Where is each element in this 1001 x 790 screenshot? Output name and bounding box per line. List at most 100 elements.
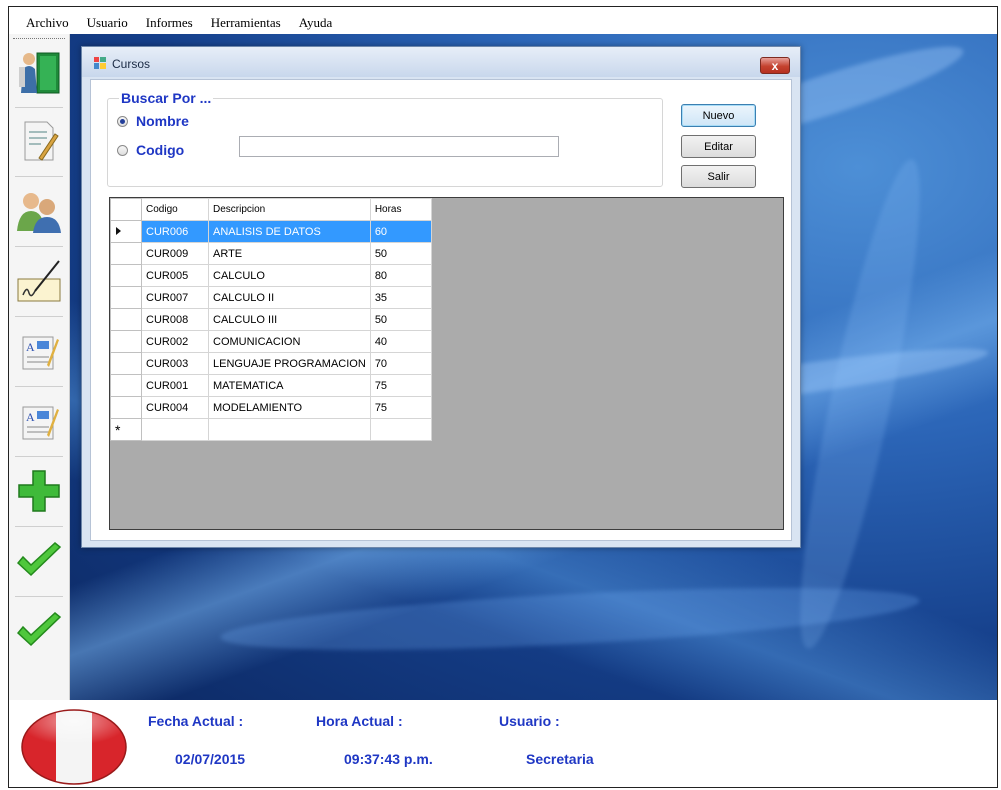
current-row-arrow-icon: [116, 226, 121, 235]
window-icon: [94, 57, 106, 69]
svg-text:A: A: [26, 340, 35, 354]
cell-horas[interactable]: 50: [369, 308, 432, 331]
salir-button[interactable]: Salir: [681, 165, 756, 188]
nuevo-button[interactable]: Nuevo: [681, 104, 756, 127]
new-row-star-icon: *: [115, 421, 121, 438]
book-door-button[interactable]: [13, 44, 65, 102]
check-button-1[interactable]: [13, 532, 65, 590]
menu-ayuda[interactable]: Ayuda: [290, 15, 341, 31]
menu-archivo[interactable]: Archivo: [8, 15, 78, 31]
radio-nombre[interactable]: Nombre: [117, 113, 189, 129]
row-header[interactable]: [110, 286, 142, 309]
row-header[interactable]: [110, 220, 142, 243]
row-header[interactable]: [110, 242, 142, 265]
cell-codigo[interactable]: CUR008: [141, 308, 209, 331]
row-header[interactable]: [110, 308, 142, 331]
cursos-dialog: Cursos x Buscar Por ... Nombre Codigo Nu…: [81, 46, 801, 548]
users-button[interactable]: [13, 182, 65, 240]
cell-horas[interactable]: 75: [369, 396, 432, 419]
radio-codigo[interactable]: Codigo: [117, 142, 184, 158]
cell-horas[interactable]: 80: [369, 264, 432, 287]
table-row[interactable]: CUR004 MODELAMIENTO 75: [110, 396, 432, 419]
menu-herramientas[interactable]: Herramientas: [202, 15, 290, 31]
close-button[interactable]: x: [760, 57, 790, 74]
cell-horas[interactable]: 70: [369, 352, 432, 375]
new-row-cell[interactable]: [141, 418, 209, 441]
cell-codigo[interactable]: CUR005: [141, 264, 209, 287]
cell-codigo[interactable]: CUR009: [141, 242, 209, 265]
cell-codigo[interactable]: CUR002: [141, 330, 209, 353]
cursos-table: Codigo Descripcion Horas CUR006 ANALISIS …: [110, 198, 432, 441]
toolbar-grip[interactable]: [13, 38, 65, 41]
new-row[interactable]: *: [110, 418, 432, 441]
radio-codigo-button[interactable]: [117, 144, 128, 156]
search-group-legend: Buscar Por ...: [119, 90, 214, 106]
row-header[interactable]: [110, 330, 142, 353]
row-header[interactable]: *: [110, 418, 142, 441]
cell-descripcion[interactable]: COMUNICACION: [208, 330, 371, 353]
row-header[interactable]: [110, 396, 142, 419]
menu-bar: Archivo Usuario Informes Herramientas Ay…: [8, 13, 341, 33]
cell-descripcion[interactable]: CALCULO III: [208, 308, 371, 331]
table-row[interactable]: CUR008 CALCULO III 50: [110, 308, 432, 331]
cursos-grid: Codigo Descripcion Horas CUR006 ANALISIS …: [109, 197, 784, 530]
report-icon: A: [22, 406, 59, 440]
menu-informes[interactable]: Informes: [137, 15, 202, 31]
signature-button[interactable]: [13, 252, 65, 310]
report-button-2[interactable]: A: [13, 392, 65, 450]
book-door-icon: [19, 52, 60, 94]
check-icon: [16, 612, 62, 647]
table-row[interactable]: CUR002 COMUNICACION 40: [110, 330, 432, 353]
column-header-codigo[interactable]: Codigo: [141, 198, 209, 221]
table-row[interactable]: CUR005 CALCULO 80: [110, 264, 432, 287]
check-button-2[interactable]: [13, 602, 65, 660]
table-row[interactable]: CUR006 ANALISIS DE DATOS 60: [110, 220, 432, 243]
fecha-label: Fecha Actual :: [148, 713, 244, 729]
report-button-1[interactable]: A: [13, 322, 65, 380]
cell-descripcion[interactable]: LENGUAJE PROGRAMACION: [208, 352, 371, 375]
table-row[interactable]: CUR007 CALCULO II 35: [110, 286, 432, 309]
cell-horas[interactable]: 35: [369, 286, 432, 309]
radio-nombre-label: Nombre: [136, 113, 189, 129]
hora-label: Hora Actual :: [316, 713, 403, 729]
new-row-cell[interactable]: [369, 418, 432, 441]
column-header-descripcion[interactable]: Descripcion: [208, 198, 371, 221]
cell-descripcion[interactable]: CALCULO II: [208, 286, 371, 309]
cell-codigo[interactable]: CUR006: [141, 220, 209, 243]
cell-descripcion[interactable]: CALCULO: [208, 264, 371, 287]
add-button[interactable]: [13, 462, 65, 520]
cell-descripcion[interactable]: ANALISIS DE DATOS: [208, 220, 371, 243]
dialog-title: Cursos: [112, 57, 151, 71]
editar-button[interactable]: Editar: [681, 135, 756, 158]
radio-nombre-button[interactable]: [117, 115, 128, 127]
cell-horas[interactable]: 75: [369, 374, 432, 397]
cell-descripcion[interactable]: ARTE: [208, 242, 371, 265]
new-row-cell[interactable]: [208, 418, 371, 441]
row-header[interactable]: [110, 352, 142, 375]
add-icon: [18, 470, 60, 512]
menu-usuario[interactable]: Usuario: [78, 15, 137, 31]
cell-codigo[interactable]: CUR001: [141, 374, 209, 397]
cell-descripcion[interactable]: MATEMATICA: [208, 374, 371, 397]
cell-codigo[interactable]: CUR007: [141, 286, 209, 309]
search-input[interactable]: [239, 136, 559, 157]
cell-codigo[interactable]: CUR003: [141, 352, 209, 375]
table-row[interactable]: CUR009 ARTE 50: [110, 242, 432, 265]
signature-icon: [17, 260, 61, 302]
edit-document-button[interactable]: [13, 112, 65, 170]
radio-codigo-label: Codigo: [136, 142, 185, 158]
cell-horas[interactable]: 40: [369, 330, 432, 353]
table-row[interactable]: CUR003 LENGUAJE PROGRAMACION 70: [110, 352, 432, 375]
dialog-titlebar[interactable]: Cursos x: [82, 47, 800, 77]
cell-codigo[interactable]: CUR004: [141, 396, 209, 419]
check-icon: [16, 542, 62, 577]
cell-horas[interactable]: 60: [369, 220, 432, 243]
row-header[interactable]: [110, 374, 142, 397]
column-header-horas[interactable]: Horas: [369, 198, 432, 221]
row-header[interactable]: [110, 264, 142, 287]
peru-flag-icon: [21, 709, 127, 785]
table-row[interactable]: CUR001 MATEMATICA 75: [110, 374, 432, 397]
fecha-value: 02/07/2015: [175, 751, 246, 767]
cell-descripcion[interactable]: MODELAMIENTO: [208, 396, 371, 419]
cell-horas[interactable]: 50: [369, 242, 432, 265]
